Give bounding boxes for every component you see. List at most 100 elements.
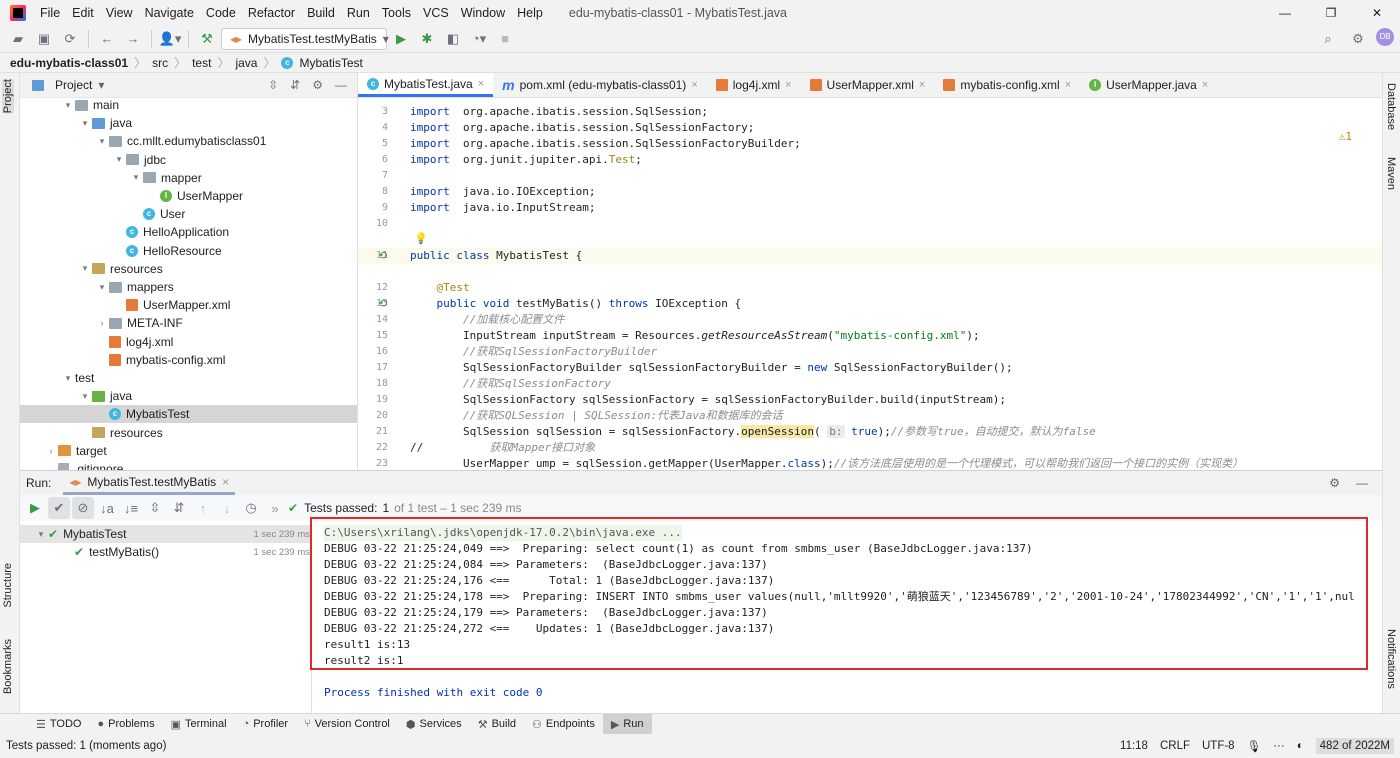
run-tab[interactable]: ◂▸ MybatisTest.testMyBatis ×	[63, 471, 236, 495]
lightbulb-icon[interactable]: 💡	[414, 232, 428, 245]
profile-icon[interactable]: ◔▾	[467, 28, 491, 50]
show-ignored-icon[interactable]: ⊘	[72, 497, 94, 519]
tree-item[interactable]: ▾ java	[20, 114, 357, 132]
save-icon[interactable]: ▣	[32, 28, 56, 50]
tool-tab-profiler[interactable]: ◔ Profiler	[235, 714, 297, 735]
more-icon[interactable]: »	[264, 497, 286, 519]
back-icon[interactable]: ←	[95, 28, 119, 50]
expand-all-icon[interactable]: ⇳	[268, 78, 278, 92]
run-configuration-select[interactable]: ◂▸ MybatisTest.testMyBatis ▾	[221, 27, 389, 50]
tool-tab-endpoints[interactable]: ⚇ Endpoints	[524, 714, 603, 735]
close-tab-icon[interactable]: ×	[919, 79, 925, 91]
tree-item[interactable]: ▾ test	[20, 369, 357, 387]
menu-build[interactable]: Build	[301, 6, 341, 20]
editor-tab[interactable]: m pom.xml (edu-mybatis-class01) ×	[493, 73, 707, 97]
sort-alpha-icon[interactable]: ↓a	[96, 497, 118, 519]
breadcrumb-file[interactable]: MybatisTest	[299, 56, 362, 70]
caret-position[interactable]: 11:18	[1120, 740, 1148, 752]
hide-icon[interactable]: —	[335, 78, 347, 92]
gear-icon[interactable]: ⚙	[1329, 476, 1340, 490]
tool-tab-problems[interactable]: ● Problems	[89, 714, 162, 735]
sync-icon[interactable]: ⟳	[58, 28, 82, 50]
chevron-down-icon[interactable]: ▾	[129, 172, 143, 183]
project-title[interactable]: Project	[55, 78, 92, 92]
minimize-button[interactable]: —	[1262, 6, 1308, 20]
gear-icon[interactable]: ⚙	[312, 78, 323, 92]
maximize-button[interactable]: ❐	[1308, 6, 1354, 20]
tool-tab-run[interactable]: ▶ Run	[602, 713, 652, 735]
chevron-down-icon[interactable]: ▾	[112, 154, 126, 165]
chevron-down-icon[interactable]: ▾	[95, 136, 109, 147]
chevron-down-icon[interactable]: ▾	[78, 118, 92, 129]
debug-icon[interactable]: ✱	[415, 28, 439, 50]
microphone-icon[interactable]: 🎙	[1247, 739, 1262, 753]
sort-duration-icon[interactable]: ↓≡	[120, 497, 142, 519]
structure-tool-button[interactable]: Structure	[2, 563, 14, 608]
editor-tab[interactable]: I UserMapper.java ×	[1080, 73, 1217, 97]
tree-item[interactable]: ▾ main	[20, 96, 357, 114]
expand-all-icon[interactable]: ⇳	[144, 497, 166, 519]
tree-item[interactable]: UserMapper.xml	[20, 296, 357, 314]
maven-tool-button[interactable]: Maven	[1385, 157, 1397, 190]
tool-tab-services[interactable]: ⬢ Services	[398, 714, 470, 735]
avatar[interactable]: DB	[1376, 27, 1394, 46]
close-tab-icon[interactable]: ×	[691, 79, 697, 91]
rerun-icon[interactable]: ▶	[24, 497, 46, 519]
chevron-down-icon[interactable]: ▾	[95, 282, 109, 293]
project-tool-button[interactable]: Project	[2, 79, 14, 114]
run-icon[interactable]: ▶	[389, 28, 413, 50]
chevron-right-icon[interactable]: ›	[44, 446, 58, 456]
menu-help[interactable]: Help	[511, 6, 549, 20]
bookmarks-tool-button[interactable]: Bookmarks	[2, 639, 14, 694]
line-separator[interactable]: CRLF	[1160, 740, 1190, 752]
chevron-down-icon[interactable]: ▾	[78, 391, 92, 402]
tree-item[interactable]: ▾ jdbc	[20, 151, 357, 169]
show-passed-icon[interactable]: ✔	[48, 497, 70, 519]
more-icon[interactable]: ···	[1273, 740, 1285, 752]
menu-view[interactable]: View	[100, 6, 139, 20]
breadcrumb-java[interactable]: java	[235, 56, 257, 70]
open-folder-icon[interactable]: ▰	[6, 28, 30, 50]
coverage-icon[interactable]: ◧	[441, 28, 465, 50]
chevron-down-icon[interactable]: ▾	[98, 78, 104, 92]
tree-item[interactable]: c HelloApplication	[20, 223, 357, 241]
collapse-all-icon[interactable]: ⇵	[290, 78, 300, 92]
run-gutter-icon[interactable]: ⟲	[378, 296, 387, 312]
tree-item[interactable]: log4j.xml	[20, 333, 357, 351]
build-hammer-icon[interactable]: ⚒	[195, 28, 219, 50]
menu-refactor[interactable]: Refactor	[242, 6, 301, 20]
tool-tab-terminal[interactable]: ▣ Terminal	[163, 714, 235, 735]
code-area[interactable]: ⚠1 3 import org.apache.ibatis.session.Sql…	[358, 98, 1382, 470]
breadcrumb-test[interactable]: test	[192, 56, 211, 70]
file-encoding[interactable]: UTF-8	[1202, 740, 1235, 752]
prev-failed-icon[interactable]: ↑	[192, 497, 214, 519]
tree-item[interactable]: resources	[20, 424, 357, 442]
history-icon[interactable]: ◷	[240, 497, 262, 519]
tree-item[interactable]: ▾ mappers	[20, 278, 357, 296]
stop-icon[interactable]: ■	[493, 28, 517, 50]
chevron-down-icon[interactable]: ▾	[61, 100, 75, 111]
editor-tab[interactable]: c MybatisTest.java ×	[358, 73, 494, 97]
chevron-down-icon[interactable]: ▾	[34, 529, 48, 540]
tree-item[interactable]: c MybatisTest	[20, 405, 357, 424]
tree-item[interactable]: › META-INF	[20, 314, 357, 332]
menu-navigate[interactable]: Navigate	[139, 6, 200, 20]
search-icon[interactable]: ⌕	[1316, 28, 1340, 50]
menu-tools[interactable]: Tools	[376, 6, 417, 20]
forward-icon[interactable]: →	[121, 28, 145, 50]
tree-item[interactable]: I UserMapper	[20, 187, 357, 205]
chevron-down-icon[interactable]: ▾	[61, 373, 75, 384]
tree-item[interactable]: ▾ mapper	[20, 169, 357, 187]
editor-tab[interactable]: UserMapper.xml ×	[801, 73, 935, 97]
memory-indicator[interactable]: 482 of 2022M	[1315, 738, 1394, 754]
tree-item[interactable]: .gitignore	[20, 460, 357, 470]
test-item[interactable]: ✔ testMyBatis() 1 sec 239 ms	[20, 543, 312, 561]
menu-vcs[interactable]: VCS	[417, 6, 455, 20]
tree-item[interactable]: › target	[20, 442, 357, 460]
run-gutter-icon[interactable]: ⟲	[378, 248, 387, 264]
close-tab-icon[interactable]: ×	[1065, 79, 1071, 91]
breadcrumb-project[interactable]: edu-mybatis-class01	[10, 56, 128, 70]
tree-item[interactable]: c HelloResource	[20, 242, 357, 260]
test-item[interactable]: ▾ ✔ MybatisTest 1 sec 239 ms	[20, 525, 312, 543]
close-icon[interactable]: ×	[222, 475, 229, 489]
